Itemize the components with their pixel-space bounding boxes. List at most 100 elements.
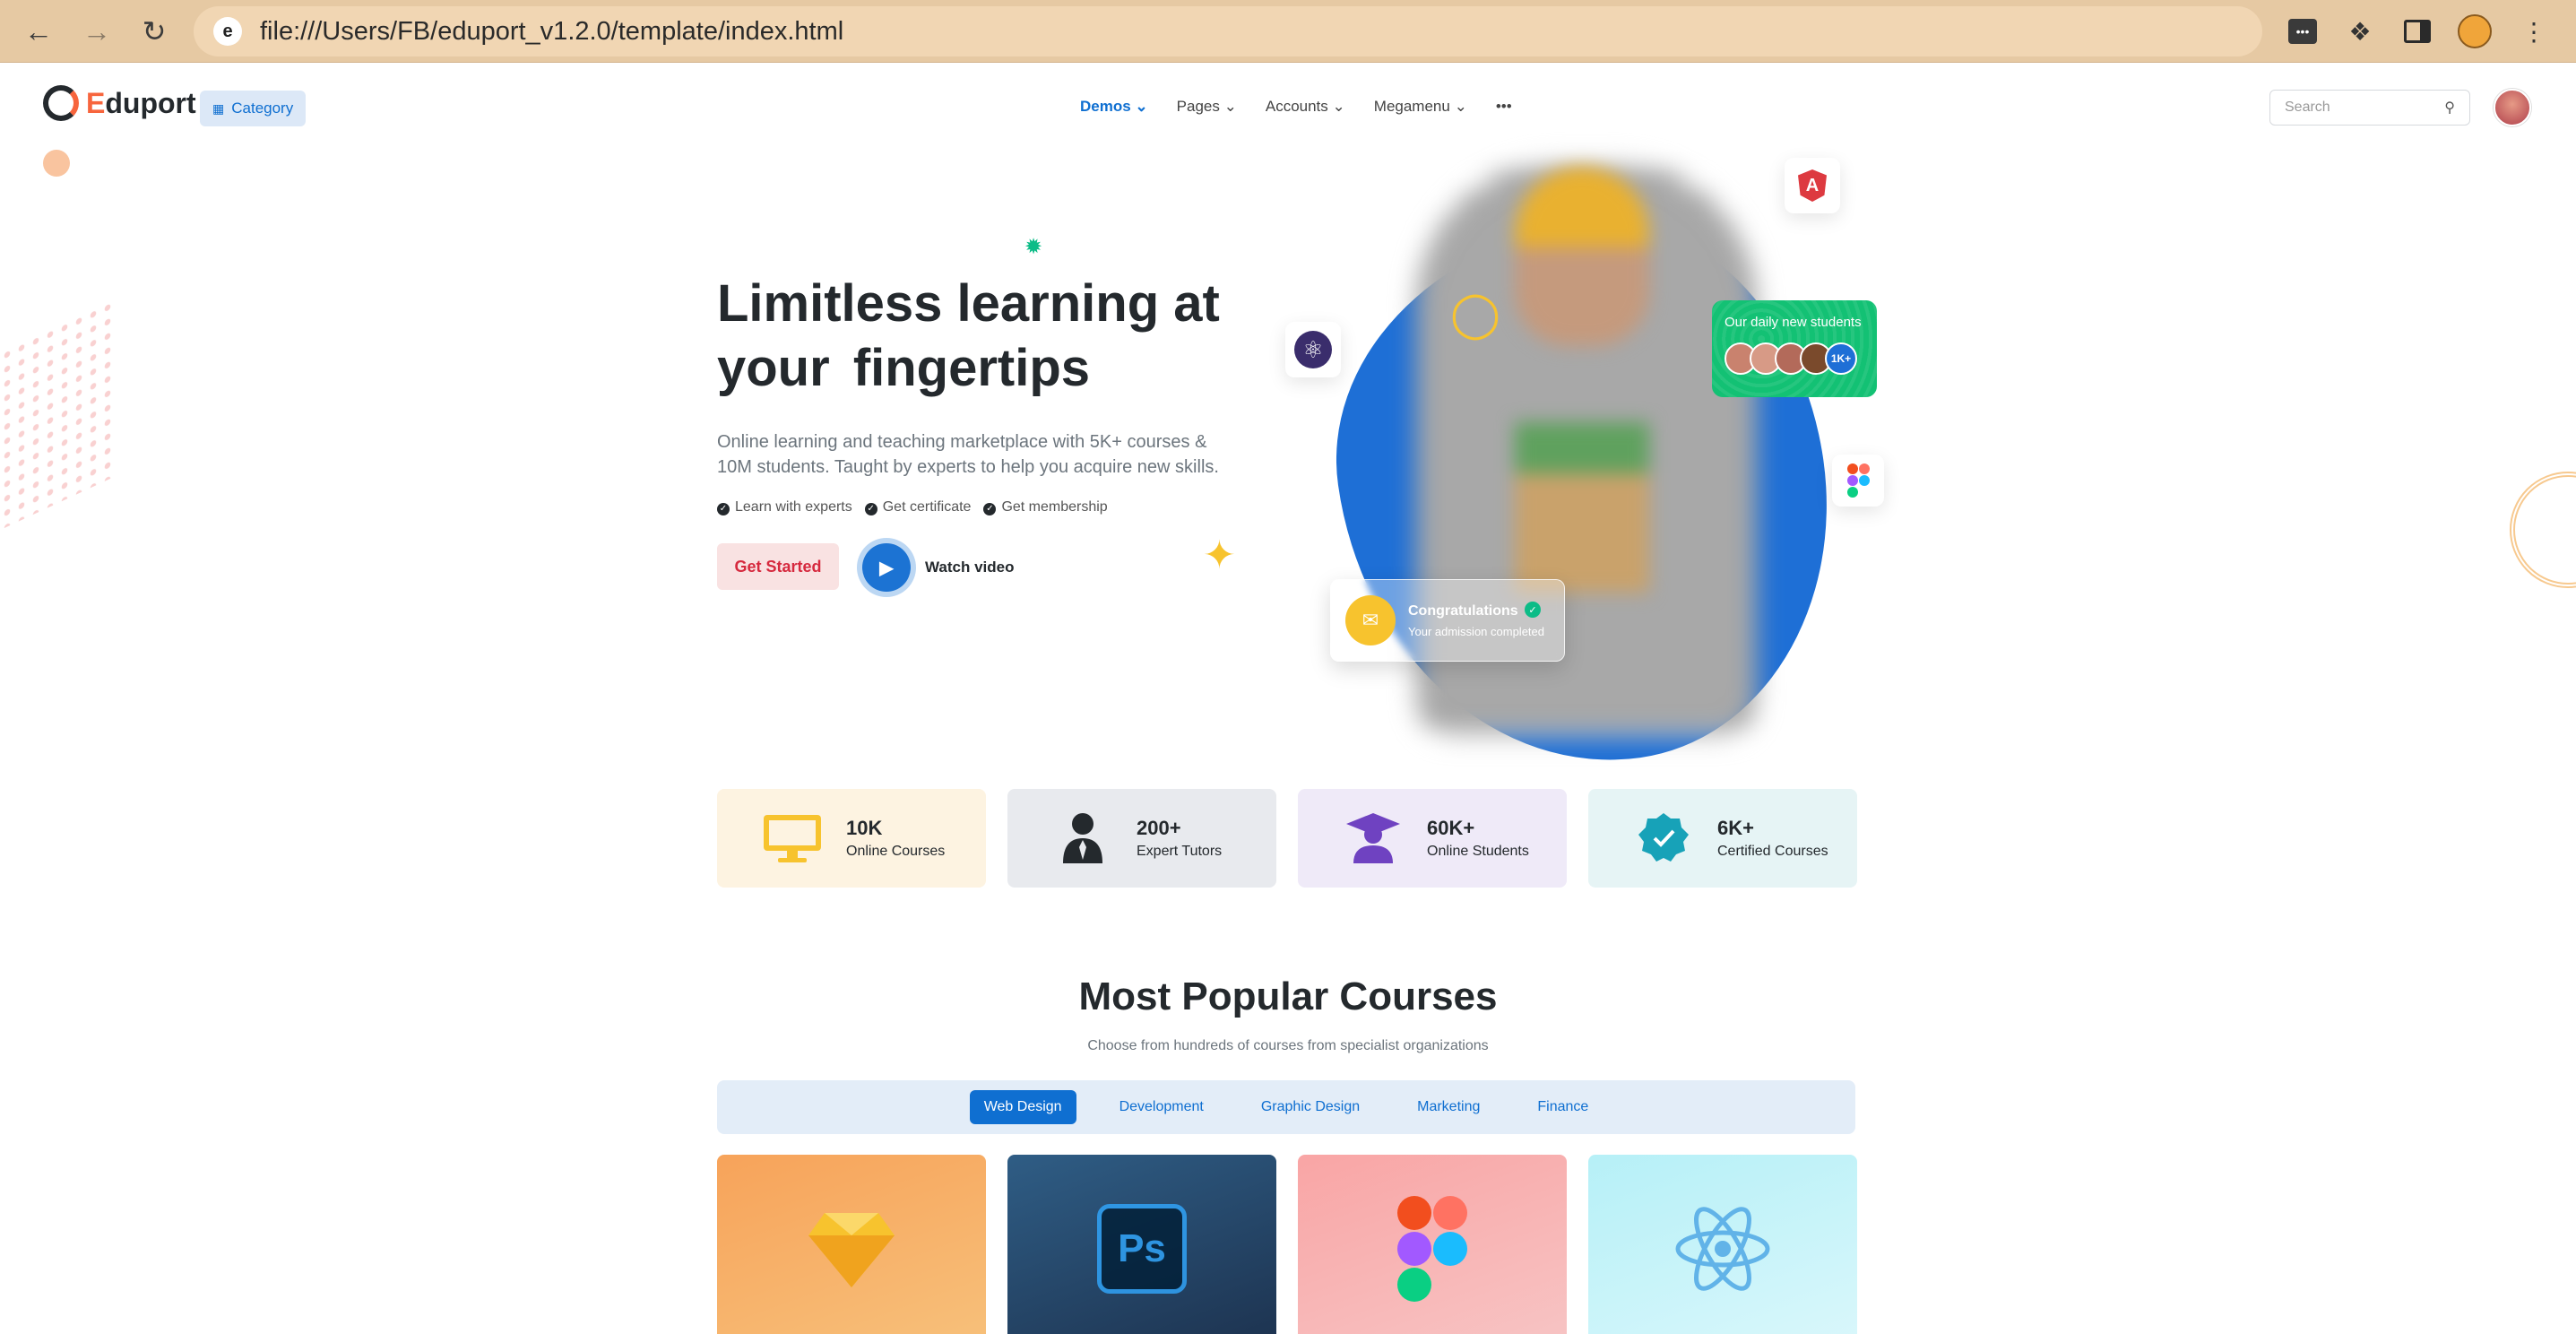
- search-icon[interactable]: ⚲: [2444, 99, 2455, 117]
- main-nav: Demos ⌄ Pages ⌄ Accounts ⌄ Megamenu ⌄ ••…: [1080, 98, 1512, 116]
- feature-item: ✓ Get membership: [983, 499, 1108, 515]
- nav-pages[interactable]: Pages ⌄: [1177, 98, 1237, 116]
- reload-button[interactable]: ↻: [135, 13, 173, 50]
- chevron-down-icon: ⌄: [1454, 98, 1467, 115]
- reload-icon: ↻: [142, 15, 167, 48]
- chevron-down-icon: ⌄: [1135, 98, 1148, 115]
- stat-label: Expert Tutors: [1137, 844, 1223, 859]
- kebab-menu-icon[interactable]: ⋮: [2517, 14, 2551, 48]
- feature-item: ✓ Learn with experts: [717, 499, 852, 515]
- decorative-circle: [43, 150, 70, 177]
- course-category-tabs: Web Design Development Graphic Design Ma…: [717, 1080, 1855, 1134]
- daily-students-card: Our daily new students 1K+: [1712, 300, 1877, 397]
- hero-student-books: [1515, 422, 1649, 593]
- course-card-sketch[interactable]: [717, 1155, 986, 1334]
- figma-icon: [1397, 1196, 1467, 1302]
- react-atom-card: ⚛: [1285, 322, 1341, 377]
- stat-card: 200+ Expert Tutors: [1007, 789, 1276, 888]
- stat-value: 10K: [846, 817, 883, 839]
- tab-marketing[interactable]: Marketing: [1403, 1090, 1494, 1124]
- sketch-icon: [808, 1213, 895, 1287]
- hero-title-highlight: fingertips: [844, 336, 1099, 401]
- stat-label: Online Courses: [846, 844, 946, 859]
- get-started-button[interactable]: Get Started: [717, 543, 839, 590]
- more-students-badge: 1K+: [1825, 342, 1857, 375]
- photoshop-label: Ps: [1118, 1226, 1166, 1270]
- puzzle-icon[interactable]: ❖: [2343, 14, 2377, 48]
- web-page: Eduport ▦ Category Demos ⌄ Pages ⌄ Accou…: [0, 64, 2576, 1334]
- nav-more[interactable]: •••: [1496, 98, 1512, 116]
- admission-toast: ✉ Congratulations Your admission complet…: [1330, 579, 1565, 662]
- browser-toolbar: ← → ↻ e file:///Users/FB/eduport_v1.2.0/…: [0, 0, 2576, 63]
- site-logo[interactable]: Eduport: [43, 85, 196, 121]
- decorative-ring: [2510, 472, 2576, 588]
- hero-description: Online learning and teaching marketplace…: [717, 432, 1219, 477]
- chevron-down-icon: ⌄: [1332, 98, 1345, 115]
- tab-finance[interactable]: Finance: [1523, 1090, 1603, 1124]
- monitor-icon: [760, 811, 825, 865]
- stat-value: 200+: [1137, 817, 1181, 839]
- certified-badge-icon: [1631, 811, 1696, 865]
- profile-icon[interactable]: [2458, 14, 2492, 48]
- watch-video-button[interactable]: ▶ Watch video: [862, 543, 1015, 592]
- burst-icon: ✹: [1024, 235, 1043, 259]
- course-card-photoshop[interactable]: Ps: [1007, 1155, 1276, 1334]
- chevron-down-icon: ⌄: [1223, 98, 1237, 115]
- watch-video-label: Watch video: [925, 559, 1015, 576]
- stat-label: Certified Courses: [1717, 844, 1828, 859]
- tab-web-design[interactable]: Web Design: [969, 1090, 1076, 1124]
- angular-icon: A: [1798, 169, 1827, 202]
- tab-graphic-design[interactable]: Graphic Design: [1247, 1090, 1374, 1124]
- check-circle-icon: ✓: [717, 503, 730, 515]
- search-input[interactable]: Search ⚲: [2269, 90, 2470, 126]
- tutor-icon: [1050, 811, 1115, 865]
- nav-megamenu[interactable]: Megamenu ⌄: [1374, 98, 1467, 116]
- ellipsis-extension-icon[interactable]: •••: [2286, 14, 2320, 48]
- hero-feature-list: ✓ Learn with experts ✓ Get certificate ✓ Ge…: [717, 499, 1108, 515]
- course-card-figma[interactable]: [1298, 1155, 1567, 1334]
- decorative-dot-pattern: [0, 296, 117, 531]
- feature-item: ✓ Get certificate: [864, 499, 971, 515]
- stat-card: 10K Online Courses: [717, 789, 986, 888]
- logo-text: duport: [105, 86, 196, 119]
- logo-mark-icon: [43, 85, 79, 121]
- category-label: Category: [231, 100, 294, 117]
- stats-row: 10K Online Courses 200+ Expert Tutors 60K+…: [717, 789, 1857, 888]
- search-placeholder: Search: [2285, 100, 2330, 115]
- course-cards: Ps: [717, 1155, 1857, 1334]
- logo-accent: E: [86, 86, 106, 119]
- hero-title-line1: Limitless learning at: [717, 274, 1220, 333]
- stat-value: 6K+: [1717, 817, 1754, 839]
- back-button[interactable]: ←: [20, 13, 57, 50]
- tab-development[interactable]: Development: [1105, 1090, 1218, 1124]
- stat-card: 60K+ Online Students: [1298, 789, 1567, 888]
- envelope-icon: ✉: [1345, 595, 1396, 645]
- course-card-react[interactable]: [1588, 1155, 1857, 1334]
- figma-icon: [1846, 463, 1870, 498]
- avatar[interactable]: [2494, 89, 2531, 126]
- sidebar-icon[interactable]: [2400, 14, 2434, 48]
- arrow-right-icon: →: [82, 14, 111, 48]
- arrow-left-icon: ←: [24, 14, 53, 48]
- url-text[interactable]: file:///Users/FB/eduport_v1.2.0/template…: [260, 17, 843, 47]
- category-button[interactable]: ▦ Category: [200, 91, 307, 126]
- courses-section-title: Most Popular Courses: [1078, 975, 1498, 1018]
- play-icon[interactable]: ▶: [862, 543, 911, 592]
- photoshop-icon: Ps: [1097, 1204, 1187, 1294]
- toast-subtitle: Your admission completed: [1408, 624, 1544, 638]
- lightbulb-icon: ◯: [1450, 289, 1500, 339]
- nav-accounts[interactable]: Accounts ⌄: [1266, 98, 1345, 116]
- nav-demos[interactable]: Demos ⌄: [1080, 98, 1148, 116]
- students-card-title: Our daily new students: [1725, 315, 1862, 330]
- forward-button[interactable]: →: [78, 13, 116, 50]
- address-bar[interactable]: e file:///Users/FB/eduport_v1.2.0/templa…: [194, 6, 2262, 56]
- grid-icon: ▦: [212, 100, 225, 116]
- graduate-icon: [1341, 811, 1405, 865]
- sparkle-star-icon: ✦: [1203, 533, 1236, 577]
- hero-title: Limitless learning at your fingertips: [717, 272, 1220, 401]
- courses-section-subtitle: Choose from hundreds of courses from spe…: [1087, 1038, 1489, 1053]
- stat-label: Online Students: [1427, 844, 1529, 859]
- figma-logo-card: [1832, 455, 1884, 507]
- site-header: Eduport ▦ Category Demos ⌄ Pages ⌄ Accou…: [0, 64, 2576, 150]
- stat-card: 6K+ Certified Courses: [1588, 789, 1857, 888]
